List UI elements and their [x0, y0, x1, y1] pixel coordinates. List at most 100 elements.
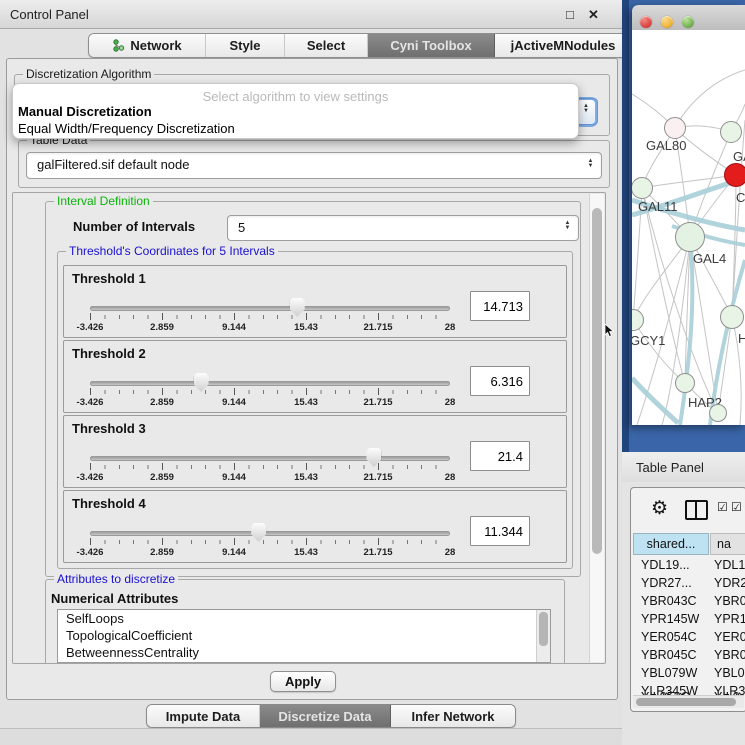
slider-track[interactable] — [90, 456, 450, 461]
slider-major-ticks — [90, 313, 450, 320]
tick-label: 2.859 — [150, 547, 174, 558]
list-item[interactable]: TopologicalCoefficient — [58, 627, 550, 644]
table-cell[interactable]: YPR1 — [714, 612, 745, 630]
table-cell[interactable]: YER0 — [714, 630, 745, 648]
node-partial-bottom[interactable] — [709, 404, 727, 422]
node-label: GCY1 — [632, 333, 665, 348]
tick-label: 21.715 — [363, 472, 392, 483]
tab-impute-data-label: Impute Data — [166, 709, 240, 724]
tab-network[interactable]: Network — [89, 34, 206, 57]
list-item[interactable]: SelfLoops — [58, 610, 550, 627]
cell-shared-name: YBL079W — [641, 666, 697, 680]
numerical-attributes-label: Numerical Attributes — [51, 591, 178, 606]
list-scrollbar-thumb[interactable] — [539, 612, 548, 646]
settings-vertical-scrollbar[interactable] — [589, 194, 604, 662]
table-cell[interactable]: YBL0 — [714, 666, 745, 684]
tab-cyni-toolbox[interactable]: Cyni Toolbox — [368, 34, 495, 57]
settings-scrollbar-thumb[interactable] — [592, 208, 602, 554]
table-cell[interactable]: YBR0 — [714, 648, 745, 666]
threshold-2-slider[interactable]: -3.426 2.859 9.144 15.43 21.715 28 — [90, 373, 450, 409]
stepper-down-icon: ▼ — [583, 108, 589, 114]
node-label: GA — [733, 149, 745, 164]
node-gal4[interactable] — [675, 222, 705, 252]
table-row[interactable]: YBR043C — [641, 594, 697, 612]
cell-shared-name: YBR045C — [641, 648, 697, 662]
slider-track[interactable] — [90, 381, 450, 386]
control-panel-tabs: Network Style Select Cyni Toolbox jActiv… — [88, 33, 632, 58]
tick-label: -3.426 — [77, 397, 104, 408]
table-scrollbar-thumb[interactable] — [636, 698, 736, 706]
apply-button[interactable]: Apply — [270, 671, 336, 692]
slider-track[interactable] — [90, 306, 450, 311]
algorithm-option-manual[interactable]: Manual Discretization — [18, 104, 152, 119]
threshold-1-slider[interactable]: -3.426 2.859 9.144 15.43 21.715 28 — [90, 298, 450, 334]
close-window-icon[interactable]: ✕ — [588, 7, 599, 23]
number-of-intervals-combobox[interactable]: 5 ▲▼ — [227, 215, 579, 241]
algorithm-combobox-stepper[interactable]: ▲▼ — [577, 100, 595, 124]
tab-select[interactable]: Select — [285, 34, 368, 57]
table-row[interactable]: YBR045C — [641, 648, 697, 666]
node-gal11[interactable] — [632, 177, 653, 199]
slider-track[interactable] — [90, 531, 450, 536]
tab-impute-data[interactable]: Impute Data — [147, 705, 260, 727]
desktop-edge — [622, 0, 629, 452]
table-cell[interactable]: YDL1 — [714, 558, 745, 576]
node-label: GAL4 — [693, 251, 726, 266]
table-data-combobox[interactable]: galFiltered.sif default node ▲▼ — [26, 152, 602, 179]
traffic-light-close-icon[interactable] — [640, 16, 652, 28]
list-scrollbar[interactable] — [536, 610, 550, 662]
table-cell[interactable]: YBR0 — [714, 594, 745, 612]
table-row[interactable]: YER054C — [641, 630, 697, 648]
tab-style[interactable]: Style — [206, 34, 285, 57]
select-columns-icon[interactable]: ☑ — [717, 500, 728, 514]
node-selected-red[interactable] — [724, 163, 745, 187]
number-of-intervals-stepper[interactable]: ▲▼ — [561, 221, 574, 231]
gear-icon[interactable]: ⚙ — [651, 497, 668, 520]
table-data-stepper[interactable]: ▲▼ — [584, 159, 597, 169]
column-header-shared-name[interactable]: shared... — [633, 533, 709, 555]
tab-jactivemnodules[interactable]: jActiveMNodules — [495, 34, 631, 57]
cell-name: YBR0 — [714, 594, 745, 608]
traffic-light-zoom-icon[interactable] — [682, 16, 694, 28]
node-gal80[interactable] — [664, 117, 686, 139]
numerical-attributes-list[interactable]: SelfLoops TopologicalCoefficient Between… — [57, 609, 551, 663]
node-label: GAL80 — [646, 138, 686, 153]
cell-shared-name: YPR145W — [641, 612, 699, 626]
list-item[interactable]: BetweennessCentrality — [58, 644, 550, 661]
tick-label: 9.144 — [222, 472, 246, 483]
tab-network-label: Network — [130, 38, 181, 53]
threshold-1-value-input[interactable] — [470, 291, 530, 321]
table-row[interactable]: YDR27... — [641, 576, 692, 594]
threshold-4-value-input[interactable] — [470, 516, 530, 546]
table-panel-title: Table Panel — [636, 460, 704, 475]
float-window-icon[interactable]: □ — [566, 7, 574, 22]
network-canvas[interactable]: GAL80 GA C GAL11 GAL4 GCY1 H HAP2 — [632, 30, 745, 425]
tick-label: 28 — [445, 472, 456, 483]
threshold-2-value-input[interactable] — [470, 366, 530, 396]
algorithm-option-equal-width[interactable]: Equal Width/Frequency Discretization — [18, 121, 235, 136]
traffic-light-minimize-icon[interactable] — [661, 16, 673, 28]
slider-tick-labels: -3.426 2.859 9.144 15.43 21.715 28 — [90, 472, 450, 483]
table-row[interactable]: YDL19... — [641, 558, 690, 576]
slider-major-ticks — [90, 463, 450, 470]
column-header-name[interactable]: na — [710, 533, 745, 555]
tick-label: -3.426 — [77, 472, 104, 483]
slider-tick-labels: -3.426 2.859 9.144 15.43 21.715 28 — [90, 322, 450, 333]
threshold-4-slider[interactable]: -3.426 2.859 9.144 15.43 21.715 28 — [90, 523, 450, 559]
table-row[interactable]: YBL079W — [641, 666, 697, 684]
threshold-3-slider[interactable]: -3.426 2.859 9.144 15.43 21.715 28 — [90, 448, 450, 484]
node-unlabeled[interactable] — [720, 121, 742, 143]
algorithm-placeholder-option[interactable]: Select algorithm to view settings — [13, 89, 578, 104]
table-row[interactable]: YPR145W — [641, 612, 699, 630]
table-horizontal-scrollbar[interactable] — [633, 695, 744, 708]
select-all-icon[interactable]: ☑ — [731, 500, 742, 514]
tab-style-label: Style — [229, 38, 260, 53]
node-hap2[interactable] — [675, 373, 695, 393]
threshold-3-value-input[interactable] — [470, 441, 530, 471]
node-right-edge[interactable] — [720, 305, 744, 329]
tab-discretize-data[interactable]: Discretize Data — [260, 705, 391, 727]
table-cell[interactable]: YDR2 — [714, 576, 745, 594]
tab-infer-network[interactable]: Infer Network — [391, 705, 515, 727]
node-label: C — [736, 190, 745, 205]
split-columns-icon[interactable] — [685, 500, 708, 520]
